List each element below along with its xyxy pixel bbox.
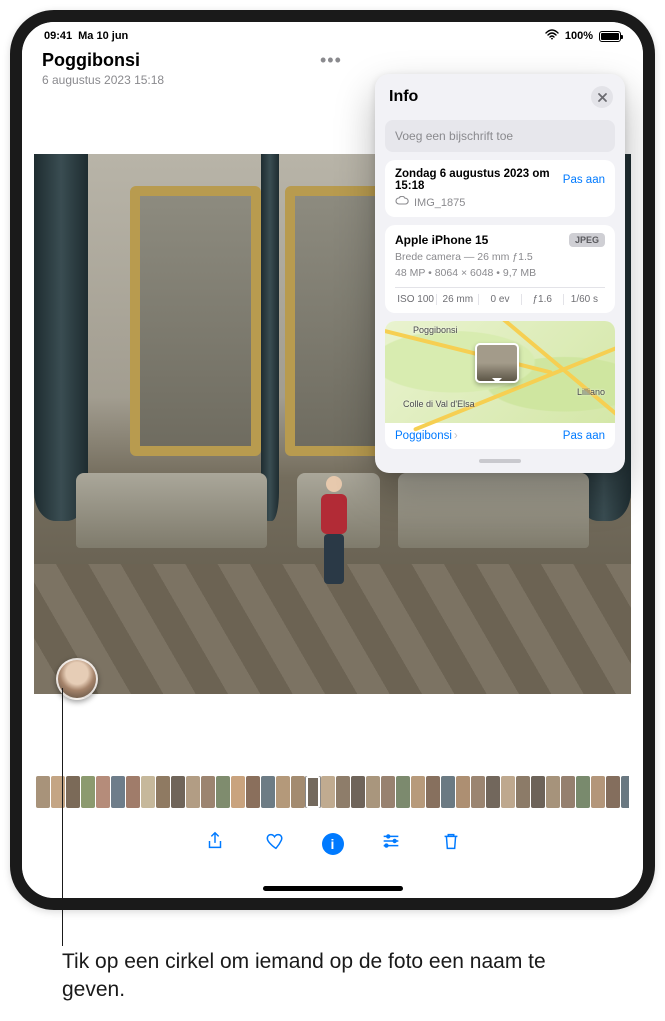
thumbnail[interactable] <box>201 776 215 808</box>
thumbnail[interactable] <box>591 776 605 808</box>
date-section: Zondag 6 augustus 2023 om 15:18 Pas aan … <box>385 160 615 217</box>
thumbnail[interactable] <box>306 776 320 808</box>
filename-label: IMG_1875 <box>414 197 465 209</box>
map-view[interactable]: Poggibonsi Colle di Val d'Elsa Lilliano <box>385 321 615 423</box>
exif-focal: 26 mm <box>437 294 479 305</box>
adjust-location-button[interactable]: Pas aan <box>563 430 605 442</box>
format-badge: JPEG <box>569 233 605 247</box>
map-pin-thumbnail[interactable] <box>475 343 519 383</box>
thumbnail[interactable] <box>351 776 365 808</box>
popover-title: Info <box>389 88 418 106</box>
close-icon <box>597 92 608 103</box>
device-name: Apple iPhone 15 <box>395 233 488 247</box>
thumbnail[interactable] <box>186 776 200 808</box>
exif-ev: 0 ev <box>479 294 521 305</box>
thumbnail[interactable] <box>516 776 530 808</box>
thumbnail[interactable] <box>321 776 335 808</box>
camera-section: Apple iPhone 15 JPEG Brede camera — 26 m… <box>385 225 615 313</box>
thumbnail[interactable] <box>471 776 485 808</box>
callout-text: Tik op een cirkel om iemand op de foto e… <box>62 948 582 1005</box>
thumbnail[interactable] <box>231 776 245 808</box>
photo-header: Poggibonsi 6 augustus 2023 15:18 <box>42 50 164 87</box>
ipad-frame: 09:41 Ma 10 jun 100% Poggibonsi 6 august… <box>10 10 655 910</box>
thumbnail[interactable] <box>426 776 440 808</box>
thumbnail[interactable] <box>111 776 125 808</box>
cloud-icon <box>395 196 409 209</box>
status-time: 09:41 <box>44 30 72 42</box>
thumbnail[interactable] <box>411 776 425 808</box>
close-button[interactable] <box>591 86 613 108</box>
thumbnail[interactable] <box>141 776 155 808</box>
thumbnail[interactable] <box>546 776 560 808</box>
callout-line <box>62 688 63 946</box>
battery-percent: 100% <box>565 30 593 42</box>
trash-icon <box>440 830 462 852</box>
thumbnail[interactable] <box>171 776 185 808</box>
edit-button[interactable] <box>378 830 404 858</box>
info-button[interactable]: i <box>322 833 344 855</box>
thumbnail[interactable] <box>246 776 260 808</box>
thumbnail[interactable] <box>261 776 275 808</box>
adjust-date-button[interactable]: Pas aan <box>563 174 605 186</box>
thumbnail[interactable] <box>531 776 545 808</box>
thumbnail[interactable] <box>336 776 350 808</box>
thumbnail[interactable] <box>66 776 80 808</box>
thumbnail[interactable] <box>606 776 620 808</box>
status-date: Ma 10 jun <box>78 30 128 42</box>
wifi-icon <box>545 29 559 43</box>
page-subtitle: 6 augustus 2023 15:18 <box>42 73 164 87</box>
dimensions-info: 48 MP8064 × 60489,7 MB <box>395 267 605 279</box>
bottom-toolbar: i <box>22 822 643 866</box>
screen: 09:41 Ma 10 jun 100% Poggibonsi 6 august… <box>22 22 643 898</box>
thumbnail[interactable] <box>456 776 470 808</box>
status-bar: 09:41 Ma 10 jun 100% <box>22 22 643 46</box>
exif-aperture: ƒ1.6 <box>522 294 564 305</box>
map-label: Colle di Val d'Elsa <box>403 399 475 409</box>
info-popover: Info Voeg een bijschrift toe Zondag 6 au… <box>375 74 625 473</box>
thumbnail[interactable] <box>216 776 230 808</box>
chevron-right-icon: › <box>454 430 458 442</box>
exif-shutter: 1/60 s <box>564 294 605 305</box>
map-section: Poggibonsi Colle di Val d'Elsa Lilliano … <box>385 321 615 449</box>
delete-button[interactable] <box>438 830 464 858</box>
map-label: Lilliano <box>577 387 605 397</box>
more-icon[interactable]: ••• <box>320 50 342 71</box>
thumbnail[interactable] <box>291 776 305 808</box>
thumbnail[interactable] <box>366 776 380 808</box>
thumbnail[interactable] <box>396 776 410 808</box>
thumbnail-strip[interactable] <box>36 776 629 808</box>
home-indicator[interactable] <box>263 886 403 891</box>
sliders-icon <box>380 830 402 852</box>
exif-iso: ISO 100 <box>395 294 437 305</box>
caption-input[interactable]: Voeg een bijschrift toe <box>385 120 615 152</box>
battery-icon <box>599 31 621 42</box>
page-title: Poggibonsi <box>42 50 164 71</box>
favorite-button[interactable] <box>262 830 288 858</box>
lens-info: Brede camera — 26 mm ƒ1.5 <box>395 251 605 263</box>
thumbnail[interactable] <box>126 776 140 808</box>
thumbnail[interactable] <box>81 776 95 808</box>
photo-date: Zondag 6 augustus 2023 om 15:18 <box>395 168 557 192</box>
heart-icon <box>264 830 286 852</box>
thumbnail[interactable] <box>276 776 290 808</box>
popover-grabber[interactable] <box>479 459 521 463</box>
thumbnail[interactable] <box>156 776 170 808</box>
share-icon <box>204 830 226 852</box>
thumbnail[interactable] <box>621 776 629 808</box>
thumbnail[interactable] <box>486 776 500 808</box>
map-label: Poggibonsi <box>413 325 458 335</box>
location-link[interactable]: Poggibonsi› <box>395 430 458 442</box>
thumbnail[interactable] <box>441 776 455 808</box>
thumbnail[interactable] <box>36 776 50 808</box>
thumbnail[interactable] <box>381 776 395 808</box>
thumbnail[interactable] <box>576 776 590 808</box>
thumbnail[interactable] <box>561 776 575 808</box>
share-button[interactable] <box>202 830 228 858</box>
thumbnail[interactable] <box>96 776 110 808</box>
thumbnail[interactable] <box>501 776 515 808</box>
exif-row: ISO 100 26 mm 0 ev ƒ1.6 1/60 s <box>395 287 605 305</box>
